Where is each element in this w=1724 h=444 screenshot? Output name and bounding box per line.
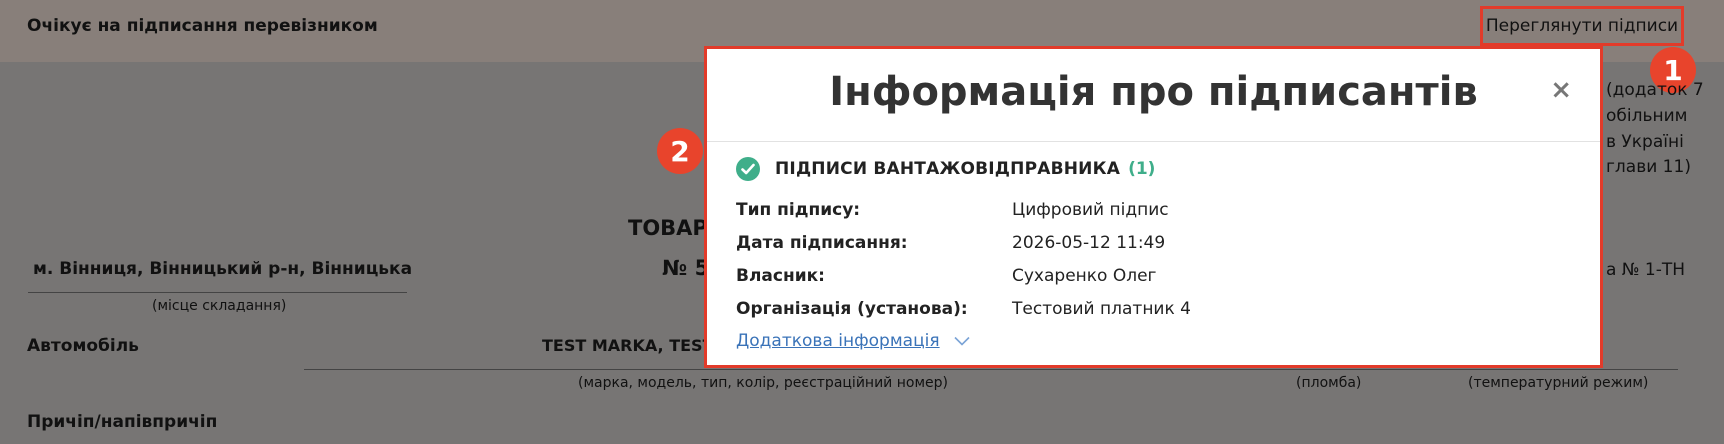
car-caption: (марка, модель, тип, колір, реєстраційни… — [578, 375, 948, 391]
check-circle-icon — [736, 157, 760, 181]
doc-form: а № 1-ТН — [1606, 260, 1686, 280]
signature-type-row: Тип підпису: Цифровий підпис — [736, 200, 1576, 220]
place-caption: (місце складання) — [152, 298, 287, 314]
row-value: Тестовий платник 4 — [1012, 299, 1191, 319]
modal-title: Інформація про підписантів — [829, 69, 1478, 115]
document-status: Очікує на підписання перевізником — [27, 16, 378, 36]
doc-note-line-1: (додаток 7 — [1606, 80, 1704, 100]
doc-title: ТОВАР — [628, 216, 708, 240]
additional-info-link[interactable]: Додаткова інформація — [736, 331, 970, 351]
place-underline — [28, 292, 407, 293]
row-value: Сухаренко Олег — [1012, 266, 1157, 286]
doc-note-line-3: в Україні — [1606, 132, 1684, 152]
view-signatures-button[interactable]: Переглянути підписи — [1480, 6, 1684, 46]
signers-info-modal: Інформація про підписантів × ПІДПИСИ ВАН… — [704, 46, 1603, 368]
row-value: Цифровий підпис — [1012, 200, 1169, 220]
row-label: Тип підпису: — [736, 200, 861, 220]
close-icon[interactable]: × — [1550, 75, 1572, 105]
additional-info-label: Додаткова інформація — [736, 331, 940, 351]
section-title: ПІДПИСИ ВАНТАЖОВІДПРАВНИКА — [775, 159, 1121, 179]
car-underline — [304, 369, 1678, 370]
row-label: Власник: — [736, 266, 825, 286]
organization-row: Організація (установа): Тестовий платник… — [736, 299, 1576, 319]
step-badge-2: 2 — [657, 128, 703, 174]
shipper-signatures-section: ПІДПИСИ ВАНТАЖОВІДПРАВНИКА (1) — [736, 157, 1155, 181]
temperature-caption: (температурний режим) — [1468, 375, 1649, 391]
row-value: 2026-05-12 11:49 — [1012, 233, 1166, 253]
section-count: (1) — [1128, 159, 1156, 179]
doc-note-line-2: обільним — [1606, 106, 1688, 126]
row-label: Дата підписання: — [736, 233, 908, 253]
trailer-label: Причіп/напівпричіп — [27, 412, 218, 432]
doc-number: № 5 — [662, 256, 710, 280]
row-label: Організація (установа): — [736, 299, 968, 319]
doc-note-line-4: глави 11) — [1606, 157, 1691, 177]
modal-header: Інформація про підписантів × — [707, 49, 1600, 142]
signing-date-row: Дата підписання: 2026-05-12 11:49 — [736, 233, 1576, 253]
seal-caption: (пломба) — [1296, 375, 1362, 391]
car-label: Автомобіль — [27, 336, 139, 356]
car-value: TEST MARKA, TEST — [542, 336, 714, 355]
owner-row: Власник: Сухаренко Олег — [736, 266, 1576, 286]
place-of-issue: м. Вінниця, Вінницький р-н, Вінницька — [33, 259, 413, 279]
chevron-down-icon[interactable] — [954, 336, 970, 346]
